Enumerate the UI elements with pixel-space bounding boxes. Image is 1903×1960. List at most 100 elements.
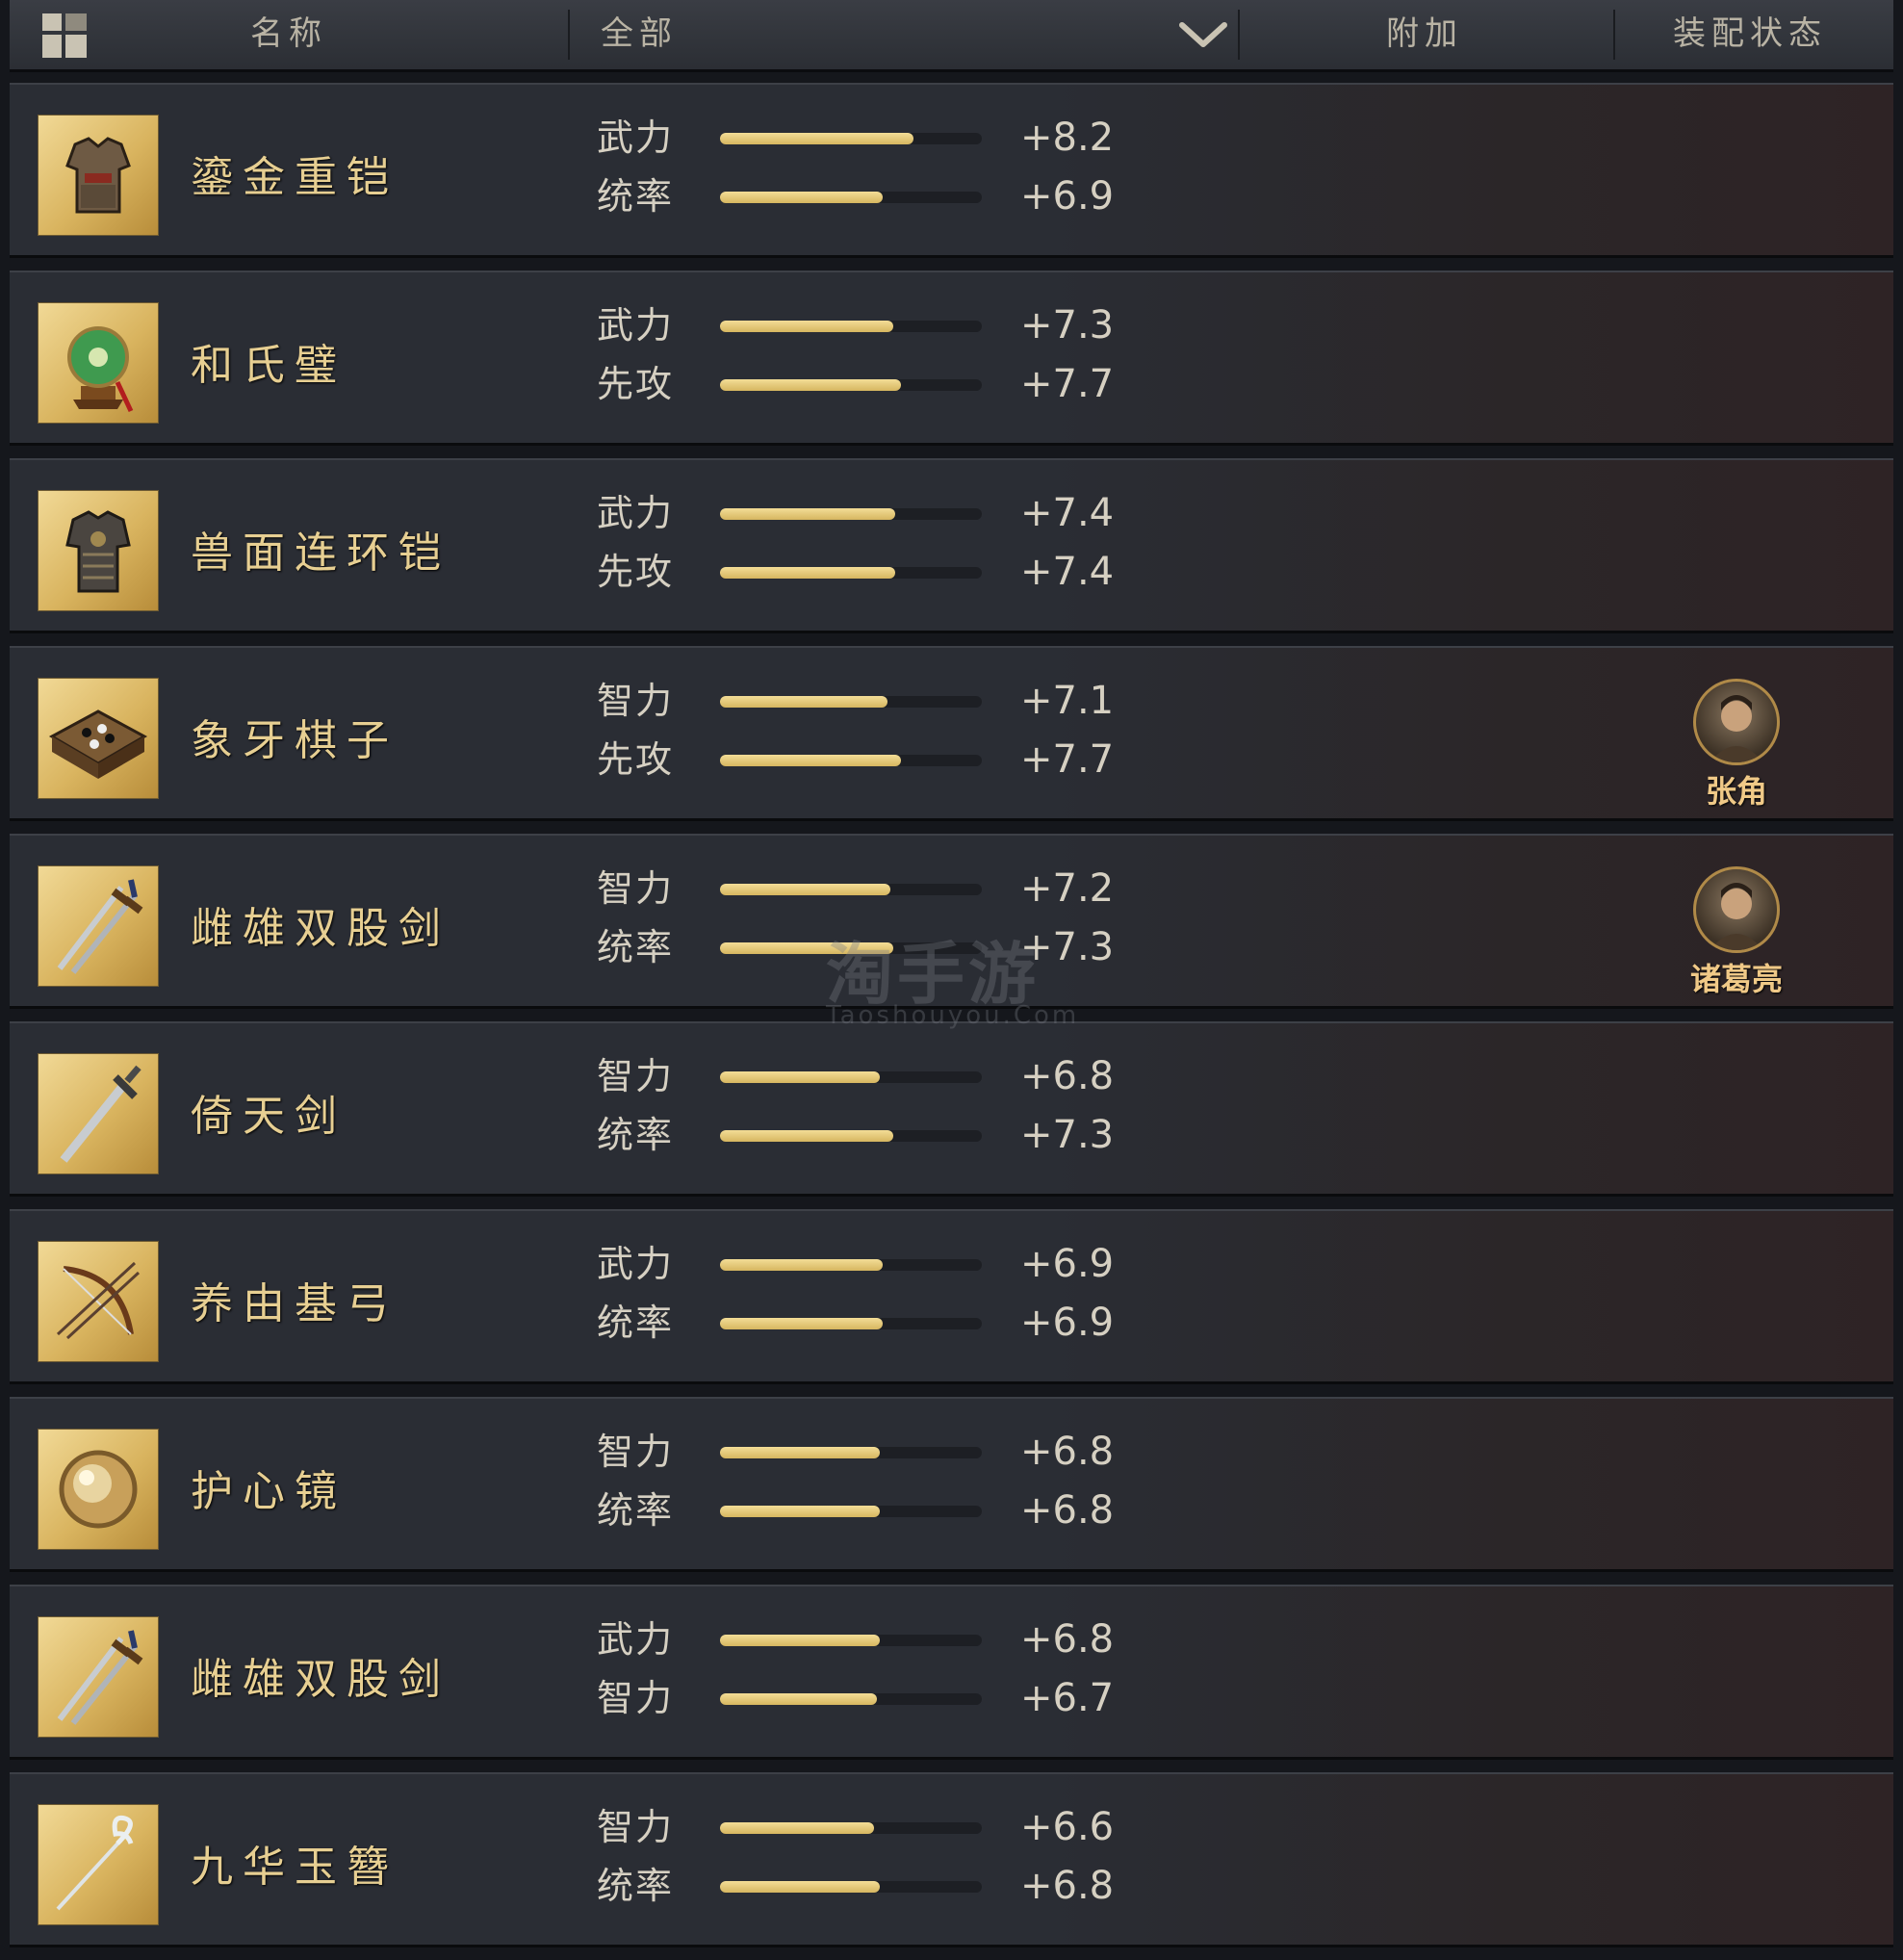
stat-line: 武力 +6.8 <box>597 1615 1136 1663</box>
stat-value: +6.8 <box>1020 1488 1115 1533</box>
stat-bar <box>720 1447 982 1458</box>
chevron-down-icon[interactable] <box>1176 15 1230 54</box>
stat-bar <box>720 133 982 144</box>
stat-label: 智力 <box>597 1431 675 1473</box>
header-divider <box>1613 10 1615 60</box>
stat-bar-fill <box>720 1259 883 1271</box>
twin-swords-icon <box>39 1617 158 1737</box>
stat-value: +8.2 <box>1020 116 1115 160</box>
stat-line: 智力 +6.7 <box>597 1674 1136 1722</box>
stat-bar-fill <box>720 508 895 520</box>
twin-swords-icon <box>39 866 158 986</box>
stat-bar <box>720 1693 982 1705</box>
stat-value: +6.9 <box>1020 1242 1115 1286</box>
stat-bar <box>720 1318 982 1329</box>
stat-value: +6.9 <box>1020 1301 1115 1345</box>
stat-value: +7.3 <box>1020 1113 1115 1157</box>
equipment-row[interactable]: 鎏金重铠 武力 +8.2 统率 +6.9 <box>10 83 1893 258</box>
stat-value: +6.8 <box>1020 1430 1115 1474</box>
stat-bar <box>720 1822 982 1834</box>
stat-line: 统率 +6.8 <box>597 1486 1136 1534</box>
stat-label: 智力 <box>597 1677 675 1719</box>
stat-label: 武力 <box>597 1243 675 1285</box>
stat-label: 智力 <box>597 1055 675 1097</box>
stat-value: +6.7 <box>1020 1676 1115 1720</box>
sword-icon <box>39 1054 158 1173</box>
stat-bar <box>720 1881 982 1893</box>
stat-value: +6.9 <box>1020 174 1115 219</box>
stat-bar-fill <box>720 567 895 579</box>
layout-toggle-icon[interactable] <box>42 13 89 58</box>
go-board-icon <box>39 679 158 798</box>
header-divider <box>568 10 570 60</box>
filter-dropdown-value[interactable]: 全部 <box>601 0 678 69</box>
header-divider <box>1238 10 1240 60</box>
equipment-row[interactable]: 兽面连环铠 武力 +7.4 先攻 +7.4 <box>10 458 1893 633</box>
stat-value: +7.1 <box>1020 679 1115 723</box>
equipped-general[interactable]: 张角 <box>1684 679 1788 812</box>
stat-line: 武力 +7.4 <box>597 489 1136 537</box>
stat-value: +7.7 <box>1020 362 1115 406</box>
column-header-equip-status[interactable]: 装配状态 <box>1673 0 1827 69</box>
stat-bar-fill <box>720 755 901 766</box>
stat-label: 统率 <box>597 1865 675 1907</box>
item-name: 九华玉簪 <box>191 1843 399 1892</box>
stat-line: 智力 +7.2 <box>597 864 1136 913</box>
stat-label: 先攻 <box>597 363 675 405</box>
equipment-row[interactable]: 雌雄双股剑 武力 +6.8 智力 +6.7 <box>10 1585 1893 1760</box>
stat-label: 统率 <box>597 926 675 968</box>
stat-bar <box>720 379 982 391</box>
stat-line: 武力 +7.3 <box>597 301 1136 349</box>
stat-bar <box>720 508 982 520</box>
stat-line: 武力 +6.9 <box>597 1240 1136 1288</box>
stat-bar <box>720 1130 982 1142</box>
stat-bar <box>720 1635 982 1646</box>
stat-bar-fill <box>720 1881 880 1893</box>
stat-bar-fill <box>720 1693 877 1705</box>
watermark-subtext: Taoshouyou.Com <box>826 1001 1080 1030</box>
stat-value: +6.8 <box>1020 1864 1115 1908</box>
stat-label: 先攻 <box>597 738 675 781</box>
equipment-row[interactable]: 象牙棋子 智力 +7.1 先攻 +7.7 张角 <box>10 646 1893 821</box>
stat-line: 统率 +7.3 <box>597 1111 1136 1159</box>
item-name: 护心镜 <box>191 1467 347 1516</box>
armor-icon <box>39 116 158 235</box>
column-header-name[interactable]: 名称 <box>250 0 327 69</box>
stat-label: 先攻 <box>597 551 675 593</box>
stat-bar <box>720 1259 982 1271</box>
equipment-row[interactable]: 和氏璧 武力 +7.3 先攻 +7.7 <box>10 271 1893 446</box>
item-name: 倚天剑 <box>191 1092 347 1141</box>
stat-label: 智力 <box>597 680 675 722</box>
general-name: 诸葛亮 <box>1689 961 1783 997</box>
stat-line: 智力 +6.8 <box>597 1428 1136 1476</box>
stat-bar-fill <box>720 1318 883 1329</box>
list-header: 名称 全部 附加 装配状态 <box>10 0 1893 72</box>
stat-bar-fill <box>720 133 913 144</box>
stat-line: 统率 +6.9 <box>597 172 1136 220</box>
stat-value: +6.8 <box>1020 1617 1115 1662</box>
stat-label: 智力 <box>597 867 675 910</box>
stat-bar <box>720 1071 982 1083</box>
stat-label: 武力 <box>597 492 675 534</box>
stat-bar <box>720 192 982 203</box>
stat-line: 武力 +8.2 <box>597 114 1136 162</box>
stat-bar-fill <box>720 1635 880 1646</box>
general-avatar <box>1693 679 1780 765</box>
stat-bar <box>720 755 982 766</box>
column-header-bonus[interactable]: 附加 <box>1386 0 1463 69</box>
equipment-row[interactable]: 九华玉簪 智力 +6.6 统率 +6.8 <box>10 1772 1893 1947</box>
stat-bar <box>720 1506 982 1517</box>
stat-line: 统率 +6.9 <box>597 1299 1136 1347</box>
equipment-row[interactable]: 倚天剑 智力 +6.8 统率 +7.3 <box>10 1021 1893 1197</box>
stat-line: 智力 +6.8 <box>597 1052 1136 1100</box>
equipped-general[interactable]: 诸葛亮 <box>1684 866 1788 999</box>
general-avatar <box>1693 866 1780 953</box>
stat-bar <box>720 321 982 332</box>
stat-bar-fill <box>720 1447 880 1458</box>
stat-value: +7.4 <box>1020 550 1115 594</box>
stat-line: 先攻 +7.7 <box>597 360 1136 408</box>
equipment-row[interactable]: 护心镜 智力 +6.8 统率 +6.8 <box>10 1397 1893 1572</box>
stat-value: +7.3 <box>1020 303 1115 348</box>
equipment-row[interactable]: 养由基弓 武力 +6.9 统率 +6.9 <box>10 1209 1893 1384</box>
item-name: 和氏璧 <box>191 341 347 390</box>
